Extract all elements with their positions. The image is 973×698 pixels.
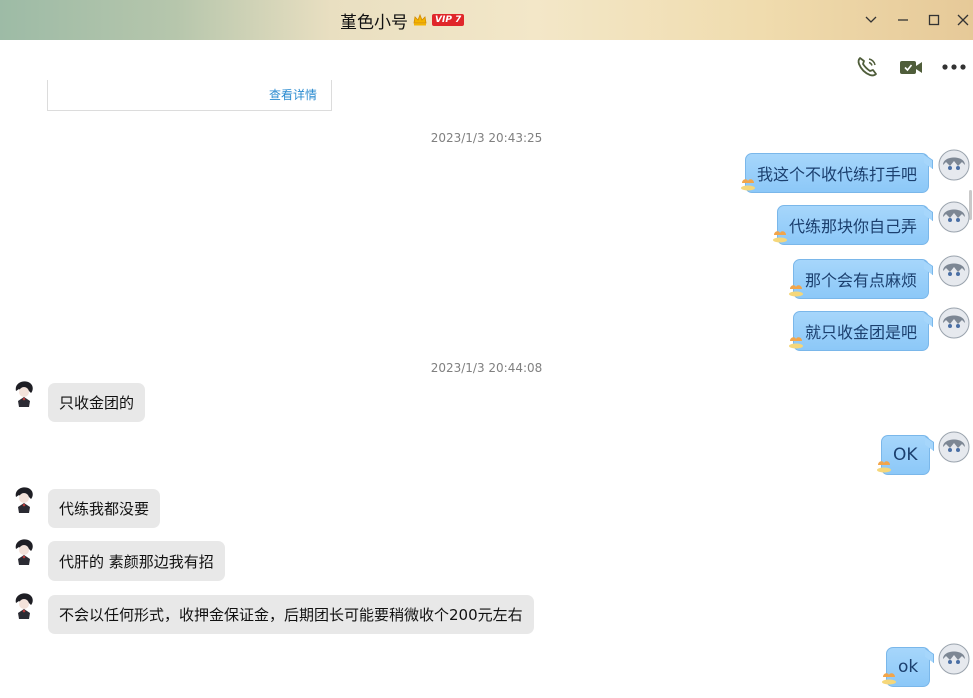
avatar[interactable]: [938, 255, 970, 287]
avatar[interactable]: [8, 535, 40, 567]
maximize-icon[interactable]: [924, 10, 944, 30]
message-bubble-incoming[interactable]: 代肝的 素颜那边我有招: [48, 541, 225, 581]
chat-window: 堇色小号 VIP 7 查看详情 2023/1/3 20:43:25 2023/1…: [0, 0, 973, 698]
avatar[interactable]: [938, 643, 970, 675]
avatar[interactable]: [938, 149, 970, 181]
bubble-ornament-icon: [880, 668, 898, 686]
message-bubble-outgoing[interactable]: 就只收金团是吧: [793, 311, 930, 351]
vip-badge: VIP 7: [432, 14, 465, 26]
shared-card[interactable]: 查看详情: [47, 80, 332, 111]
crown-icon: [412, 12, 428, 28]
avatar[interactable]: [938, 307, 970, 339]
message-bubble-outgoing[interactable]: 我这个不收代练打手吧: [745, 153, 930, 193]
card-detail-link[interactable]: 查看详情: [269, 86, 317, 103]
timestamp: 2023/1/3 20:43:25: [430, 131, 543, 145]
avatar[interactable]: [8, 377, 40, 409]
more-icon[interactable]: [940, 53, 968, 81]
message-bubble-outgoing[interactable]: 那个会有点麻烦: [793, 259, 930, 299]
title-bar: 堇色小号 VIP 7: [0, 0, 973, 40]
chevron-down-icon[interactable]: [861, 10, 881, 30]
timestamp: 2023/1/3 20:44:08: [430, 361, 543, 375]
avatar[interactable]: [8, 589, 40, 621]
window-title: 堇色小号: [340, 12, 408, 33]
bubble-ornament-icon: [787, 332, 805, 350]
message-bubble-incoming[interactable]: 不会以任何形式，收押金保证金，后期团长可能要稍微收个200元左右: [48, 595, 534, 634]
bubble-ornament-icon: [787, 280, 805, 298]
avatar[interactable]: [938, 431, 970, 463]
message-bubble-incoming[interactable]: 代练我都没要: [48, 489, 161, 528]
message-bubble-incoming[interactable]: 只收金团的: [48, 383, 146, 422]
bubble-ornament-icon: [739, 174, 757, 192]
video-call-icon[interactable]: [897, 53, 925, 81]
avatar[interactable]: [8, 483, 40, 515]
bubble-ornament-icon: [875, 456, 893, 474]
message-bubble-outgoing[interactable]: 代练那块你自己弄: [777, 205, 930, 245]
minimize-icon[interactable]: [893, 10, 913, 30]
avatar[interactable]: [938, 201, 970, 233]
close-icon[interactable]: [953, 10, 973, 30]
title-group: 堇色小号 VIP 7: [340, 9, 465, 33]
bubble-ornament-icon: [771, 226, 789, 244]
phone-icon[interactable]: [853, 53, 881, 81]
